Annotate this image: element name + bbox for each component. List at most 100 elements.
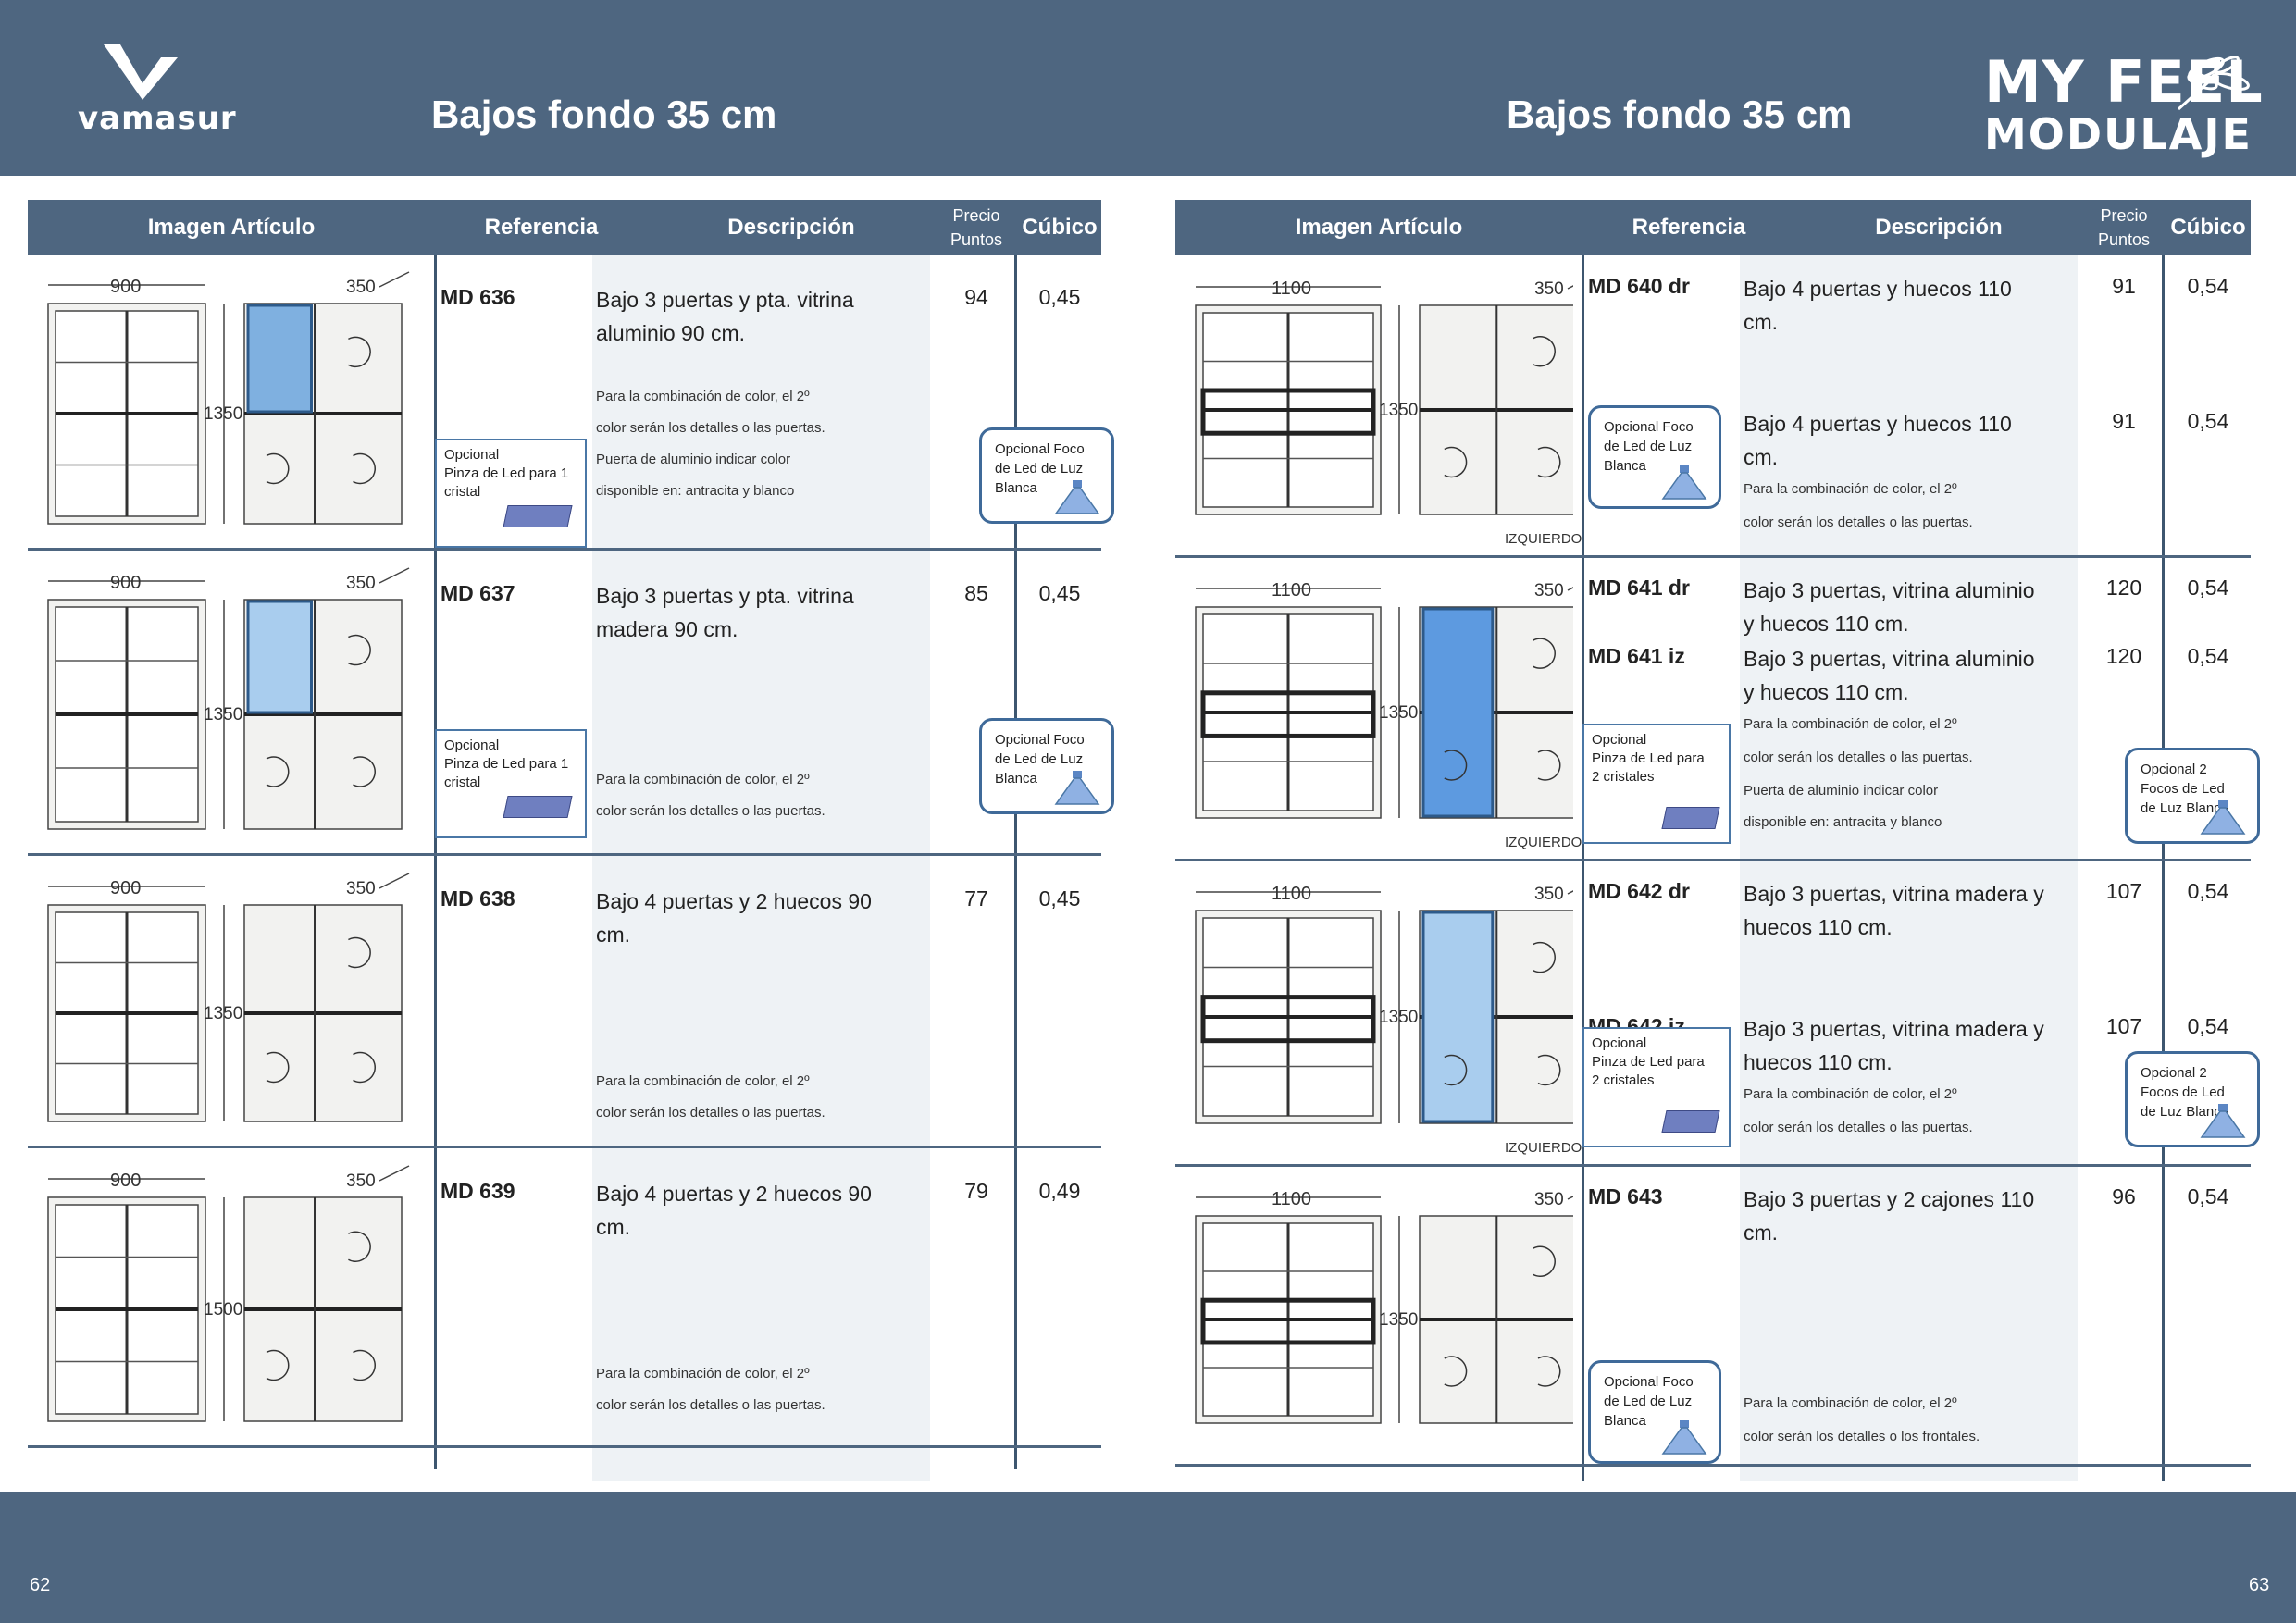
product-reference-a: MD 640 dr — [1588, 274, 1690, 298]
dimension-height: 1350 — [204, 1004, 242, 1023]
dimension-depth: 350 — [1534, 1190, 1564, 1209]
product-price-a: 107 — [2105, 879, 2142, 903]
dimension-depth: 350 — [346, 278, 376, 297]
product-reference: MD 638 — [441, 886, 515, 911]
cabinet-drawing: 900 1350 350 — [47, 271, 410, 525]
product-table-right: Imagen Artículo Referencia Descripción P… — [1175, 200, 2260, 1486]
dimension-width: 900 — [110, 573, 141, 593]
combination-note-2: color serán los detalles o las puertas. — [1744, 1120, 1973, 1135]
row-divider — [28, 548, 1101, 551]
product-reference: MD 637 — [441, 581, 515, 605]
cabinet-drawing: 1100 1350 350 — [1195, 580, 1573, 819]
dimension-width: 900 — [110, 878, 141, 898]
product-cubic: 0,45 — [1038, 285, 1081, 309]
combination-note-1: Para la combinación de color, el 2º — [1744, 1086, 1957, 1102]
spotlight-icon — [2200, 800, 2246, 835]
product-price: 77 — [964, 886, 988, 911]
led-clip-option-label: Opcional Pinza de Led para 2 cristales — [1592, 1035, 1705, 1088]
col-price-l1: Precio — [2100, 206, 2148, 225]
cabinet-drawing: 1100 1350 350 — [1195, 1189, 1573, 1424]
led-strip-icon — [503, 505, 573, 527]
product-cubic-a: 0,54 — [2187, 879, 2229, 903]
footer-band — [0, 1492, 2296, 1623]
aluminium-note-1: Puerta de aluminio indicar color — [596, 452, 791, 467]
product-price: 85 — [964, 581, 988, 605]
col-price: Precio Puntos — [2082, 200, 2166, 255]
combination-note-1: Para la combinación de color, el 2º — [596, 1366, 810, 1381]
col-ref: Referencia — [1632, 215, 1746, 240]
dimension-depth: 350 — [1534, 885, 1564, 904]
combination-note-2: color serán los detalles o los frontales… — [1744, 1429, 1980, 1444]
product-reference-a: MD 643 — [1588, 1184, 1663, 1208]
product-price-a: 120 — [2105, 576, 2142, 600]
led-spot-option: Opcional 2 Focos de Led de Luz Blanca — [2125, 1051, 2260, 1147]
col-image: Imagen Artículo — [147, 215, 316, 240]
spotlight-icon — [2200, 1104, 2246, 1138]
product-cubic: 0,49 — [1038, 1179, 1081, 1203]
product-cubic: 0,45 — [1038, 581, 1081, 605]
product-cubic-a: 0,54 — [2187, 1184, 2229, 1208]
led-clip-option: Opcional Pinza de Led para 1 cristal — [435, 729, 587, 838]
vamasur-logo-icon — [104, 44, 178, 100]
col-ref: Referencia — [484, 215, 599, 240]
dimension-depth: 350 — [346, 574, 376, 593]
product-cubic-b: 0,54 — [2187, 409, 2229, 433]
dimension-depth: 350 — [1534, 279, 1564, 299]
table-row: 900 1500 350 MD 639 Bajo 4 puertas y 2 hueco… — [28, 1149, 1101, 1448]
led-clip-option-label: Opcional Pinza de Led para 1 cristal — [444, 737, 569, 790]
cabinet-drawing: 900 1350 350 — [47, 873, 410, 1122]
combination-note-1: Para la combinación de color, el 2º — [596, 772, 810, 787]
product-price: 94 — [964, 285, 988, 309]
combination-note-1: Para la combinación de color, el 2º — [1744, 1395, 1957, 1411]
product-description-a: Bajo 3 puertas, vitrina aluminio y hueco… — [1744, 578, 2035, 636]
dragonfly-icon — [2177, 56, 2250, 111]
dimension-height: 1350 — [1379, 1008, 1418, 1027]
product-description: Bajo 4 puertas y 2 huecos 90 cm. — [596, 1182, 872, 1239]
table-header: Imagen Artículo Referencia Descripción P… — [28, 200, 1101, 255]
product-description: Bajo 3 puertas y pta. vitrina aluminio 9… — [596, 288, 854, 345]
cabinet-drawing: 1100 1350 350 — [1195, 884, 1573, 1124]
combination-note-2: color serán los detalles o las puertas. — [1744, 514, 1973, 530]
left-variant-label: IZQUIERDO — [1505, 1140, 1582, 1156]
cabinet-drawing: 1100 1350 350 — [1195, 279, 1573, 515]
combination-note-2: color serán los detalles o las puertas. — [596, 1105, 825, 1121]
table-header: Imagen Artículo Referencia Descripción P… — [1175, 200, 2251, 255]
product-cubic-a: 0,54 — [2187, 576, 2229, 600]
led-strip-icon — [503, 796, 573, 818]
led-clip-option-label: Opcional Pinza de Led para 1 cristal — [444, 447, 569, 500]
spotlight-icon — [1054, 771, 1100, 805]
page-title-right: Bajos fondo 35 cm — [1507, 93, 1853, 136]
aluminium-note-1: Puerta de aluminio indicar color — [1744, 783, 1939, 799]
dimension-height: 1350 — [1379, 703, 1418, 723]
table-row: 1100 1350 350 IZQUIERDO MD 641 dr Bajo 3 puer… — [1175, 557, 2260, 861]
dimension-width: 900 — [110, 277, 141, 297]
product-price-a: 96 — [2112, 1184, 2136, 1208]
product-cubic: 0,45 — [1038, 886, 1081, 911]
dimension-height: 1350 — [1379, 1310, 1418, 1330]
led-spot-option: Opcional Foco de Led de Luz Blanca — [1588, 405, 1721, 509]
led-clip-option: Opcional Pinza de Led para 2 cristales — [1582, 1027, 1731, 1147]
col-price-l2: Puntos — [2097, 230, 2151, 249]
combination-note-1: Para la combinación de color, el 2º — [596, 389, 810, 404]
product-table-left: Imagen Artículo Referencia Descripción P… — [28, 200, 1114, 1486]
product-reference-a: MD 642 dr — [1588, 879, 1690, 903]
page-number-left: 62 — [30, 1575, 51, 1595]
led-spot-option: Opcional Foco de Led de Luz Blanca — [979, 427, 1114, 524]
dimension-depth: 350 — [346, 879, 376, 898]
product-price: 79 — [964, 1179, 988, 1203]
led-strip-icon — [1661, 807, 1720, 829]
table-row: 1100 1350 350 IZQUIERDO MD 642 dr Bajo 3 puer… — [1175, 861, 2260, 1167]
product-description-b: Bajo 4 puertas y huecos 110 cm. — [1744, 412, 2012, 469]
table-row: 900 1350 350 MD 636 Bajo 3 puertas y pta. vi… — [28, 255, 1114, 551]
left-variant-label: IZQUIERDO — [1505, 531, 1582, 547]
spotlight-icon — [1661, 465, 1707, 500]
vamasur-logo-text: vamasur — [78, 100, 237, 137]
product-description-a: Bajo 3 puertas y 2 cajones 110 cm. — [1744, 1187, 2035, 1245]
my-feel-brand: MY FEEL MODULAJE — [1984, 54, 2264, 156]
product-description-a: Bajo 3 puertas, vitrina madera y huecos … — [1744, 882, 2044, 939]
product-price-b: 120 — [2105, 644, 2142, 668]
dimension-height: 1500 — [204, 1300, 242, 1319]
combination-note-2: color serán los detalles o las puertas. — [596, 1397, 825, 1413]
col-price: Precio Puntos — [935, 200, 1018, 255]
row-divider — [28, 853, 1101, 856]
